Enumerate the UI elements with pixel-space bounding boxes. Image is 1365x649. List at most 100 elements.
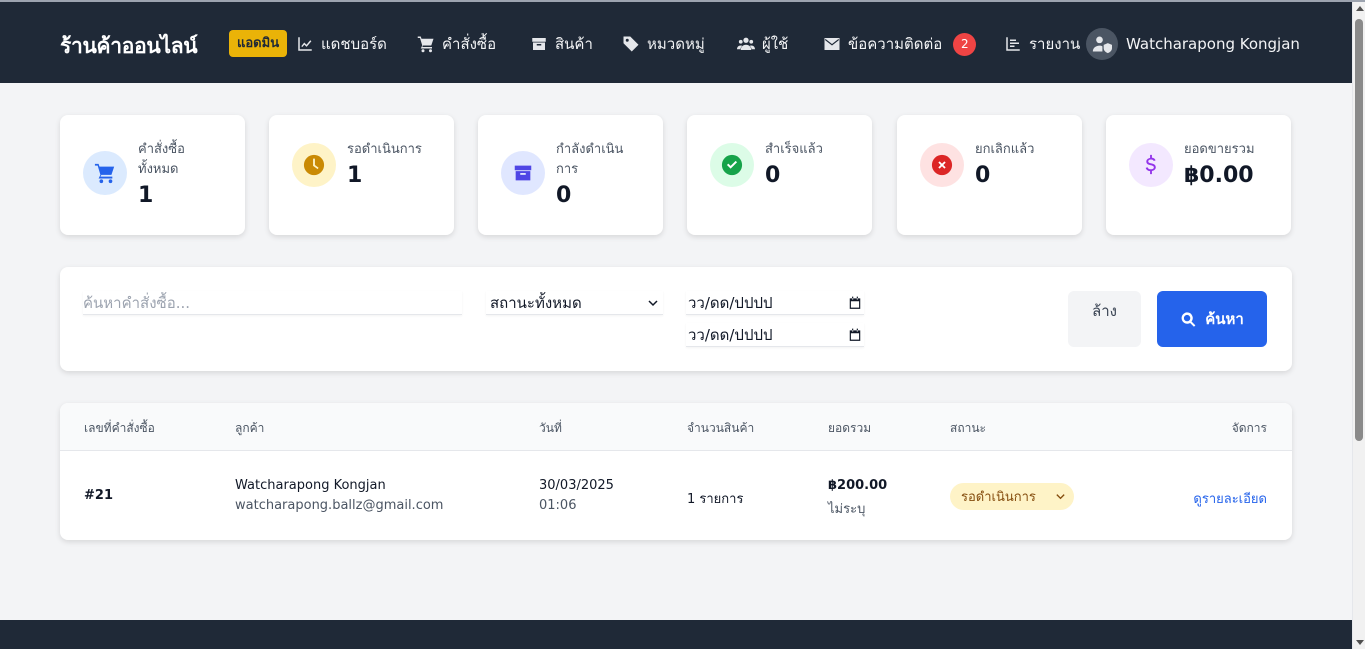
user-shield-icon	[1092, 36, 1112, 54]
stat-label: สำเร็จแล้ว	[765, 142, 823, 157]
scroll-up-arrow[interactable]	[1356, 6, 1364, 11]
box-icon	[514, 165, 532, 181]
admin-badge: แอดมิน	[229, 30, 288, 57]
scroll-down-arrow[interactable]	[1356, 640, 1364, 645]
stat-card-total-orders: คำสั่งซื้อทั้งหมด 1	[60, 115, 245, 235]
calendar-icon[interactable]	[848, 328, 862, 342]
nav-categories-label: หมวดหมู่	[647, 35, 705, 53]
cart-icon	[94, 163, 115, 184]
tag-icon	[623, 36, 639, 52]
nav-orders-label: คำสั่งซื้อ	[442, 35, 497, 53]
nav-categories[interactable]: หมวดหมู่	[622, 32, 705, 56]
status-filter-value: สถานะทั้งหมด	[490, 293, 582, 312]
chevron-down-icon	[1056, 494, 1065, 500]
nav-users[interactable]: ผู้ใช้	[737, 32, 788, 56]
stat-card-processing: กำลังดำเนินการ 0	[478, 115, 663, 235]
column-header-status: สถานะ	[950, 421, 986, 435]
stat-value: 0	[765, 163, 781, 188]
calendar-icon[interactable]	[848, 296, 862, 310]
nav-reports[interactable]: รายงาน	[1004, 32, 1080, 56]
date-from-value: วว/ดด/ปปปป	[688, 293, 773, 312]
page-footer	[0, 620, 1352, 649]
nav-products-label: สินค้า	[555, 35, 593, 53]
table-header: เลขที่คำสั่งซื้อ ลูกค้า วันที่ จำนวนสินค…	[60, 403, 1292, 451]
stat-value: 0	[556, 183, 572, 208]
date-from-input[interactable]: วว/ดด/ปปปป	[686, 291, 864, 315]
stat-label: กำลังดำเนินการ	[556, 142, 624, 177]
nav-users-label: ผู้ใช้	[762, 35, 789, 53]
stat-icon-wrap	[83, 151, 127, 195]
order-time: 01:06	[539, 498, 577, 513]
payment-method: ไม่ระบุ	[828, 502, 866, 517]
stat-label: ยกเลิกแล้ว	[975, 142, 1035, 157]
check-circle-icon	[721, 154, 743, 176]
stat-label: คำสั่งซื้อทั้งหมด	[138, 142, 185, 177]
dollar-icon	[1145, 154, 1156, 175]
envelope-icon	[824, 38, 840, 50]
stat-icon-wrap	[292, 143, 336, 187]
status-filter-select[interactable]: สถานะทั้งหมด	[486, 291, 663, 315]
order-date: 30/03/2025	[539, 478, 614, 493]
column-header-order-no: เลขที่คำสั่งซื้อ	[84, 421, 155, 435]
date-to-input[interactable]: วว/ดด/ปปปป	[686, 323, 864, 347]
column-header-actions: จัดการ	[1231, 421, 1267, 435]
stat-card-pending: รอดำเนินการ 1	[269, 115, 454, 235]
user-avatar[interactable]	[1086, 28, 1118, 60]
stat-card-total-sales: ยอดขายรวม ฿0.00	[1106, 115, 1291, 235]
order-search-input[interactable]	[83, 291, 462, 315]
nav-messages-label: ข้อความติดต่อ	[848, 35, 943, 53]
clock-icon	[303, 154, 325, 176]
search-button[interactable]: ค้นหา	[1157, 291, 1267, 347]
nav-dashboard-label: แดชบอร์ด	[321, 35, 387, 53]
brand-title[interactable]: ร้านค้าออนไลน์	[60, 30, 198, 63]
orders-table: เลขที่คำสั่งซื้อ ลูกค้า วันที่ จำนวนสินค…	[60, 403, 1292, 540]
list-icon	[1006, 37, 1020, 51]
chevron-down-icon	[648, 299, 658, 306]
chart-line-icon	[298, 37, 312, 51]
order-item-count: 1 รายการ	[687, 492, 744, 507]
stat-value: ฿0.00	[1184, 163, 1254, 188]
order-status-value: รอดำเนินการ	[961, 490, 1036, 505]
top-navbar: ร้านค้าออนไลน์ แอดมิน แดชบอร์ด คำสั่งซื้…	[0, 2, 1352, 83]
stat-value: 0	[975, 163, 991, 188]
column-header-customer: ลูกค้า	[235, 421, 265, 435]
user-name[interactable]: Watcharapong Kongjan	[1126, 35, 1300, 53]
clear-button[interactable]: ล้าง	[1068, 291, 1141, 347]
nav-orders[interactable]: คำสั่งซื้อ	[417, 32, 496, 56]
users-icon	[737, 37, 755, 50]
nav-reports-label: รายงาน	[1029, 35, 1081, 53]
customer-email: watcharapong.ballz@gmail.com	[235, 498, 444, 513]
stat-icon-wrap	[1129, 143, 1173, 187]
search-button-label: ค้นหา	[1205, 310, 1244, 328]
column-header-date: วันที่	[539, 421, 562, 435]
nav-products[interactable]: สินค้า	[530, 32, 593, 56]
view-details-link[interactable]: ดูรายละเอียด	[1193, 488, 1267, 509]
column-header-items: จำนวนสินค้า	[687, 421, 755, 435]
stat-value: 1	[347, 163, 363, 188]
order-status-select[interactable]: รอดำเนินการ	[950, 483, 1074, 510]
column-header-total: ยอดรวม	[828, 421, 872, 435]
search-icon	[1181, 311, 1196, 327]
main-content: คำสั่งซื้อทั้งหมด 1 รอดำเนินการ 1 กำลังด…	[0, 83, 1352, 620]
box-icon	[532, 38, 546, 50]
nav-dashboard[interactable]: แดชบอร์ด	[296, 32, 387, 56]
cart-icon	[417, 36, 434, 53]
customer-name: Watcharapong Kongjan	[235, 478, 386, 493]
stat-value: 1	[138, 183, 154, 208]
vertical-scrollbar[interactable]	[1352, 2, 1365, 649]
stat-icon-wrap	[501, 151, 545, 195]
scroll-thumb[interactable]	[1355, 19, 1363, 441]
stat-icon-wrap	[710, 143, 754, 187]
stat-label: รอดำเนินการ	[347, 142, 422, 157]
stat-card-completed: สำเร็จแล้ว 0	[687, 115, 872, 235]
date-to-value: วว/ดด/ปปปป	[688, 325, 773, 344]
filter-panel: สถานะทั้งหมด วว/ดด/ปปปป วว/ดด/ปปปป ล้าง …	[60, 267, 1292, 371]
stat-icon-wrap	[920, 143, 964, 187]
nav-messages[interactable]: ข้อความติดต่อ 2	[823, 32, 977, 56]
message-count-badge: 2	[953, 32, 977, 56]
stat-label: ยอดขายรวม	[1184, 142, 1255, 157]
stat-card-cancelled: ยกเลิกแล้ว 0	[897, 115, 1082, 235]
x-circle-icon	[931, 154, 953, 176]
order-total: ฿200.00	[828, 478, 888, 493]
order-number: #21	[84, 488, 113, 503]
